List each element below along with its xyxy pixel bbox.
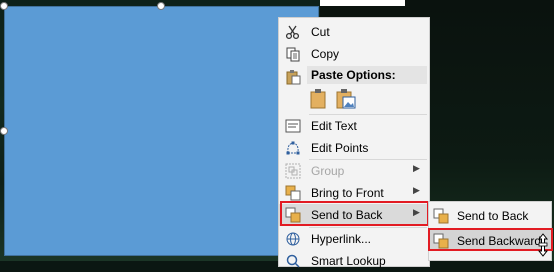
- submenu-arrow-icon: ▶: [413, 185, 420, 195]
- copy-icon: [286, 47, 300, 62]
- highlight-send-to-back: [280, 201, 429, 226]
- resize-handle-middle-left[interactable]: [0, 127, 8, 135]
- edit-points-icon: [286, 141, 300, 155]
- move-cursor-icon: [537, 233, 549, 257]
- menu-item-bring-to-front-label: Bring to Front: [311, 186, 384, 200]
- menu-item-group-label: Group: [311, 164, 345, 178]
- edit-text-icon: [285, 119, 301, 133]
- bring-to-front-icon: [285, 185, 301, 201]
- menu-item-smart-lookup[interactable]: Smart Lookup: [279, 250, 429, 272]
- selected-rectangle-shape[interactable]: [4, 6, 319, 256]
- menu-item-cut[interactable]: Cut: [279, 21, 429, 43]
- group-icon: [285, 163, 301, 179]
- menu-item-copy-label: Copy: [311, 47, 340, 61]
- menu-item-edit-text[interactable]: Edit Text: [279, 115, 429, 137]
- paste-picture-icon: [336, 89, 356, 109]
- submenu-item-send-to-back-label: Send to Back: [457, 209, 529, 223]
- paste-options-label: Paste Options:: [311, 68, 396, 82]
- submenu-item-send-to-back[interactable]: Send to Back: [429, 204, 551, 226]
- paste-icon: [286, 70, 301, 85]
- submenu-arrow-icon: ▶: [413, 163, 420, 173]
- hyperlink-icon: [286, 232, 300, 246]
- menu-item-cut-label: Cut: [311, 25, 330, 39]
- scissors-icon: [285, 25, 300, 40]
- menu-item-hyperlink[interactable]: Hyperlink...: [279, 228, 429, 250]
- paste-destination-icon: [310, 89, 326, 109]
- resize-handle-top-left[interactable]: [0, 2, 8, 10]
- menu-item-edit-text-label: Edit Text: [311, 119, 357, 133]
- menu-item-group[interactable]: Group ▶: [279, 160, 429, 182]
- send-to-back-icon: [433, 208, 449, 224]
- slide-white-edge: [320, 0, 405, 6]
- menu-item-copy[interactable]: Copy: [279, 43, 429, 65]
- paste-option-use-destination[interactable]: [309, 88, 329, 110]
- highlight-send-backward: [428, 228, 553, 251]
- context-menu: Cut Copy Paste Options: Edit Text Edit P…: [278, 17, 430, 268]
- paste-options-header: Paste Options:: [307, 66, 427, 84]
- menu-item-edit-points-label: Edit Points: [311, 141, 369, 155]
- menu-item-smart-lookup-label: Smart Lookup: [311, 254, 386, 268]
- menu-item-hyperlink-label: Hyperlink...: [311, 232, 372, 246]
- menu-item-edit-points[interactable]: Edit Points: [279, 137, 429, 159]
- resize-handle-top-center[interactable]: [157, 2, 165, 10]
- smart-lookup-icon: [286, 254, 300, 268]
- paste-option-picture[interactable]: [335, 88, 357, 110]
